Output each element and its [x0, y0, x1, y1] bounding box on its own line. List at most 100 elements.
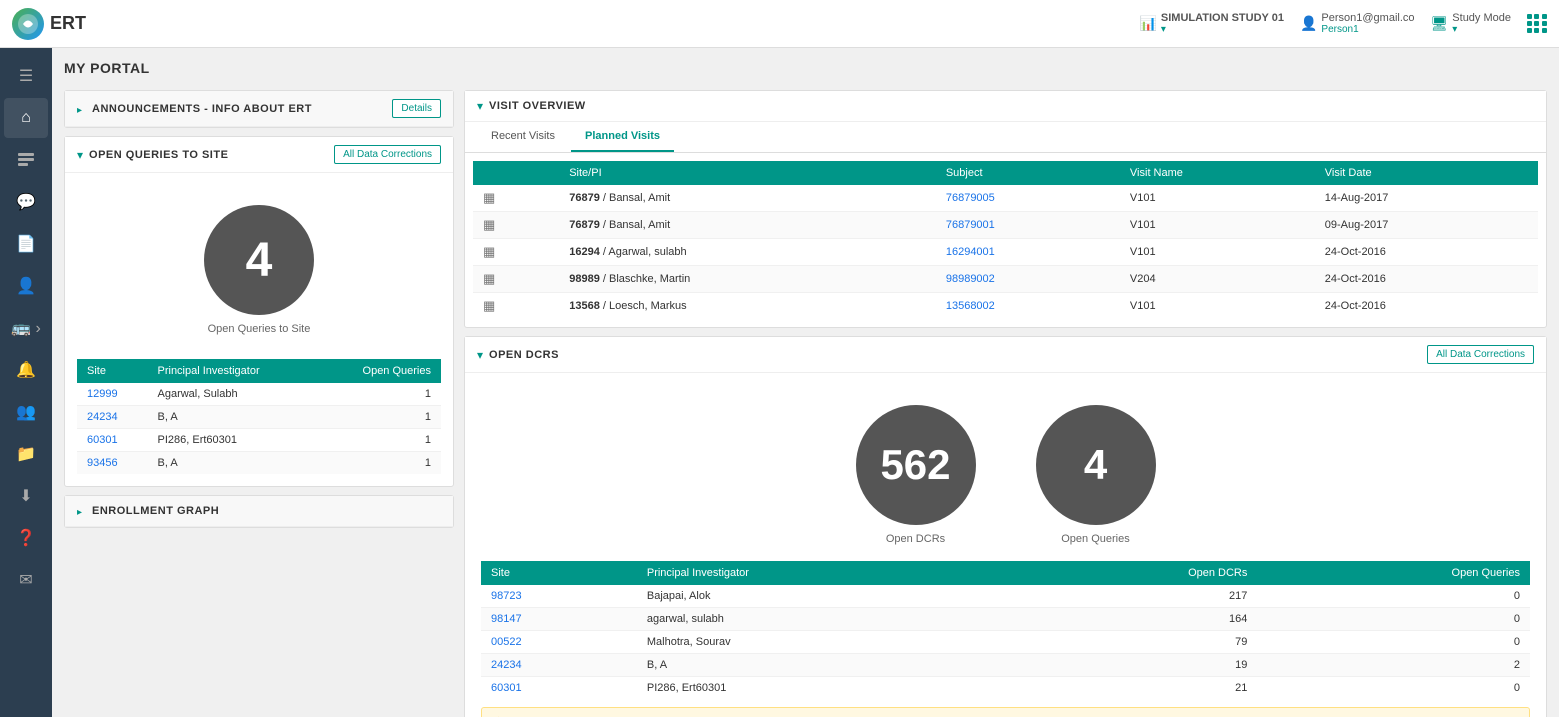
visit-tabs: Recent Visits Planned Visits — [465, 122, 1546, 153]
queries-cell: 0 — [1257, 608, 1530, 631]
dcrs-all-corrections-button[interactable]: All Data Corrections — [1427, 345, 1534, 364]
table-row: 93456 B, A 1 — [77, 452, 441, 475]
pi-cell: PI286, Ert60301 — [148, 429, 318, 452]
site-link[interactable]: 24234 — [87, 411, 118, 423]
queries-body: 4 Open Queries to Site Site Principal In… — [65, 173, 453, 486]
site-link[interactable]: 93456 — [87, 457, 118, 469]
app-name: ERT — [50, 13, 86, 34]
announcements-details-button[interactable]: Details — [392, 99, 441, 118]
table-row: ▦ 16294 / Agarwal, sulabh 16294001 V101 … — [473, 239, 1538, 266]
pi-cell: B, A — [148, 406, 318, 429]
visit-date-cell: 24-Oct-2016 — [1315, 239, 1538, 266]
subject-link[interactable]: 98989002 — [946, 273, 995, 285]
queries-cell: 1 — [318, 429, 441, 452]
subject-link[interactable]: 76879001 — [946, 219, 995, 231]
visit-name-cell: V204 — [1120, 266, 1315, 293]
dcrs-col-dcrs: Open DCRs — [1013, 561, 1257, 585]
announcements-expand-icon[interactable] — [77, 102, 86, 116]
queries-table: Site Principal Investigator Open Queries… — [77, 359, 441, 474]
subject-link[interactable]: 16294001 — [946, 246, 995, 258]
visit-date-cell: 24-Oct-2016 — [1315, 266, 1538, 293]
dcrs-warning: ⚠ 8 Site(s) have more than 5 open DCR/Qu… — [481, 707, 1530, 717]
study-mode-selector[interactable]: 🖥 Study Mode ▾ — [1431, 12, 1511, 35]
visit-table-icon: ▦ — [483, 217, 495, 232]
table-row: 60301 PI286, Ert60301 21 0 — [481, 677, 1530, 700]
dcrs-collapse-icon[interactable]: ▾ — [477, 348, 483, 362]
visit-header-left: ▾ VISIT OVERVIEW — [477, 99, 586, 113]
visit-collapse-icon[interactable]: ▾ — [477, 99, 483, 113]
sidebar-item-home[interactable]: ⌂ — [4, 98, 48, 138]
queries-collapse-icon[interactable]: ▾ — [77, 148, 83, 162]
user-selector[interactable]: 👤 Person1@gmail.co Person1 — [1300, 12, 1415, 35]
table-row: ▦ 98989 / Blaschke, Martin 98989002 V204… — [473, 266, 1538, 293]
visit-overview-panel: ▾ VISIT OVERVIEW Recent Visits Planned V… — [464, 90, 1547, 328]
tab-planned-visits[interactable]: Planned Visits — [571, 122, 674, 152]
sidebar-item-team[interactable]: 👥 — [4, 392, 48, 432]
site-cell: 00522 — [481, 631, 637, 654]
user-name: Person1 — [1321, 24, 1414, 35]
visit-name-cell: V101 — [1120, 293, 1315, 320]
visit-name-cell: V101 — [1120, 185, 1315, 212]
sidebar-item-download[interactable]: ⬇ — [4, 476, 48, 516]
sidebar-item-messages[interactable]: 💬 — [4, 182, 48, 222]
dcrs-header-left: ▾ OPEN DCRS — [477, 348, 559, 362]
topbar-right: 📊 SIMULATION STUDY 01 ▾ 👤 Person1@gmail.… — [1139, 12, 1547, 35]
study-selector[interactable]: 📊 SIMULATION STUDY 01 ▾ — [1139, 12, 1284, 35]
queries-title: OPEN QUERIES TO SITE — [89, 149, 228, 161]
sidebar-item-files[interactable]: 📁 — [4, 434, 48, 474]
grid-apps-icon[interactable] — [1527, 14, 1547, 33]
visit-col-sitepi — [473, 161, 559, 185]
subject-cell: 76879001 — [936, 212, 1120, 239]
topbar: ERT 📊 SIMULATION STUDY 01 ▾ 👤 Person1@gm… — [0, 0, 1559, 48]
site-link[interactable]: 12999 — [87, 388, 118, 400]
site-link[interactable]: 98147 — [491, 613, 522, 625]
site-link[interactable]: 24234 — [491, 659, 522, 671]
dcr-count-group: 562 Open DCRs — [856, 405, 976, 545]
site-pi-cell: 76879 / Bansal, Amit — [559, 212, 936, 239]
site-link[interactable]: 00522 — [491, 636, 522, 648]
visit-icon-cell: ▦ — [473, 266, 559, 293]
queries-cell: 0 — [1257, 585, 1530, 608]
dcrs-body: 562 Open DCRs 4 Open Queries — [465, 373, 1546, 717]
sidebar-item-menu[interactable]: ☰ — [4, 56, 48, 96]
queries-col-site: Site — [77, 359, 148, 383]
visit-name-cell: V101 — [1120, 239, 1315, 266]
sidebar-item-email[interactable]: ✉ — [4, 560, 48, 600]
site-cell: 60301 — [77, 429, 148, 452]
visit-col-subject: Subject — [936, 161, 1120, 185]
site-cell: 60301 — [481, 677, 637, 700]
visit-icon-cell: ▦ — [473, 293, 559, 320]
queries-cell: 1 — [318, 406, 441, 429]
visit-col-date: Visit Date — [1315, 161, 1538, 185]
site-link[interactable]: 60301 — [87, 434, 118, 446]
site-pi-cell: 98989 / Blaschke, Martin — [559, 266, 936, 293]
subject-link[interactable]: 76879005 — [946, 192, 995, 204]
study-mode-label: Study Mode — [1452, 12, 1511, 24]
queries-header-left: ▾ OPEN QUERIES TO SITE — [77, 148, 228, 162]
site-cell: 24234 — [481, 654, 637, 677]
sidebar-item-transport[interactable]: 🚌 › — [4, 308, 48, 348]
sidebar: ☰ ⌂ 💬 📄 👤 🚌 › 🔔 👥 📁 ⬇ ❓ ✉ — [0, 48, 52, 717]
dcrs-cell: 164 — [1013, 608, 1257, 631]
queries-header: ▾ OPEN QUERIES TO SITE All Data Correcti… — [65, 137, 453, 173]
queries-cell: 0 — [1257, 677, 1530, 700]
sidebar-item-notifications[interactable]: 🔔 — [4, 350, 48, 390]
queries-all-corrections-button[interactable]: All Data Corrections — [334, 145, 441, 164]
sidebar-item-users[interactable]: 👤 — [4, 266, 48, 306]
enrollment-expand-icon[interactable] — [77, 504, 86, 518]
subject-link[interactable]: 13568002 — [946, 300, 995, 312]
pi-cell: PI286, Ert60301 — [637, 677, 1013, 700]
tab-recent-visits[interactable]: Recent Visits — [477, 122, 569, 152]
enrollment-panel: ENROLLMENT GRAPH — [64, 495, 454, 528]
sidebar-item-data[interactable] — [4, 140, 48, 180]
visit-icon-cell: ▦ — [473, 212, 559, 239]
site-cell: 12999 — [77, 383, 148, 406]
pi-cell: Malhotra, Sourav — [637, 631, 1013, 654]
table-row: 24234 B, A 1 — [77, 406, 441, 429]
site-link[interactable]: 60301 — [491, 682, 522, 694]
site-cell: 98147 — [481, 608, 637, 631]
visit-body: Recent Visits Planned Visits Site/PI Sub… — [465, 122, 1546, 327]
site-link[interactable]: 98723 — [491, 590, 522, 602]
sidebar-item-help[interactable]: ❓ — [4, 518, 48, 558]
sidebar-item-documents[interactable]: 📄 — [4, 224, 48, 264]
